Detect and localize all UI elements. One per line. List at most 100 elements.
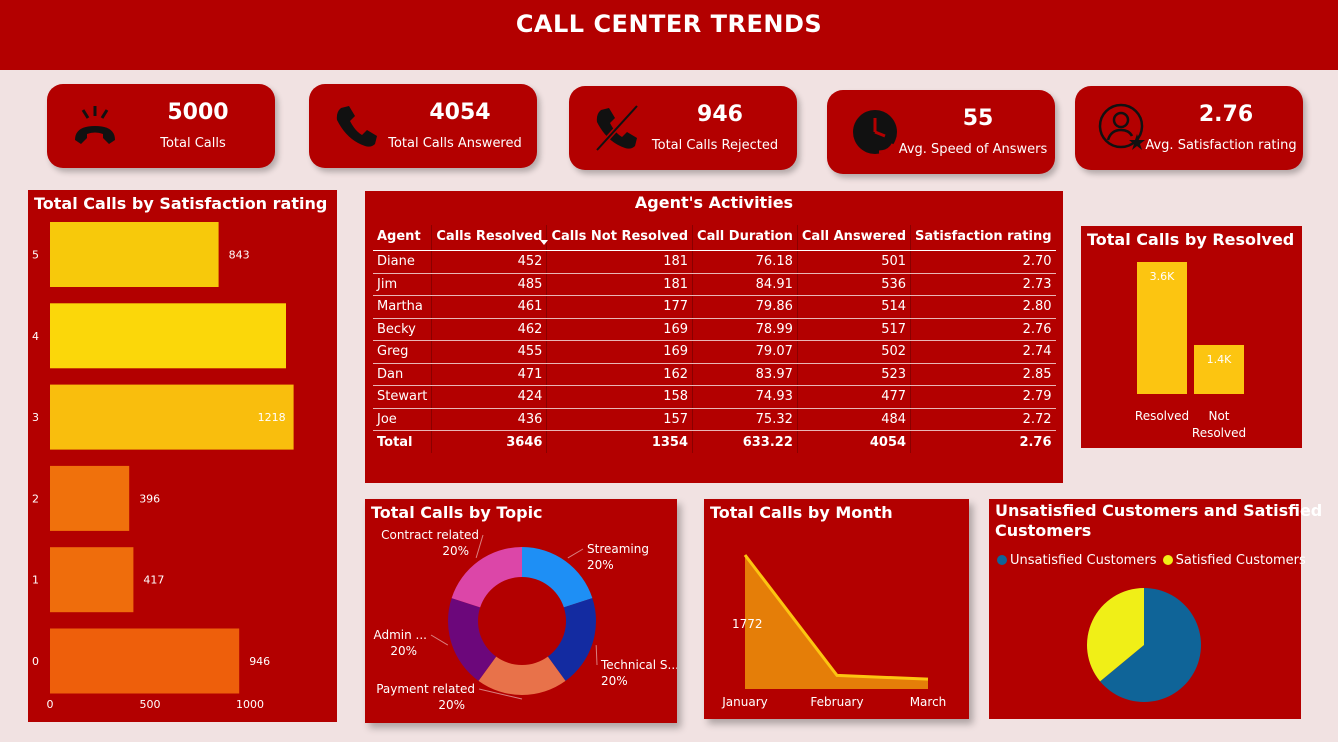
table-cell: 162 (546, 363, 693, 386)
bar (50, 465, 130, 531)
clock-headset-icon (853, 110, 897, 154)
x-tick-label: 1000 (236, 698, 264, 711)
table-cell: 514 (796, 295, 911, 319)
data-label: 843 (229, 249, 250, 262)
table-cell: 181 (546, 250, 693, 274)
table-cell: 2.74 (910, 340, 1056, 364)
slice-label: Streaming (587, 542, 649, 556)
satisfaction-rating-panel: Total Calls by Satisfaction rating 5 843 4… (28, 190, 337, 722)
table-cell: Jim (373, 273, 432, 296)
data-label: 1.4K (1207, 353, 1232, 366)
table-cell: Diane (373, 250, 432, 274)
category-label: 4 (32, 330, 39, 343)
slice-percent: 20% (390, 644, 417, 658)
kpi-total-calls[interactable]: 5000 Total Calls (47, 84, 275, 168)
table-cell: 177 (546, 295, 693, 319)
area-fill (745, 555, 928, 689)
table-cell: 436 (431, 408, 547, 431)
table-cell: 536 (796, 273, 911, 296)
column-header-satisfaction-rating[interactable]: Satisfaction rating (910, 225, 1056, 251)
kpi-value: 2.76 (1198, 102, 1254, 127)
topic-panel: Total Calls by Topic Streaming 20% Technic… (365, 499, 677, 723)
kpi-value: 946 (697, 102, 743, 127)
slice-label: Contract related (381, 528, 479, 542)
kpi-avg-speed-of-answers[interactable]: 55 Avg. Speed of Answers (827, 90, 1055, 174)
x-tick-label: February (810, 695, 863, 709)
table-row[interactable]: Stewart 424 158 74.93 477 2.79 (373, 385, 1056, 409)
category-label: 5 (32, 249, 39, 262)
table-cell: 157 (546, 408, 693, 431)
agents-activities-panel: Agent's Activities Agent Calls Resolved … (365, 191, 1063, 483)
kpi-avg-satisfaction-rating[interactable]: 2.76 Avg. Satisfaction rating (1075, 86, 1303, 170)
data-label: 417 (143, 574, 164, 587)
table-row[interactable]: Becky 462 169 78.99 517 2.76 (373, 318, 1056, 341)
table-cell: 84.91 (692, 273, 798, 296)
month-panel: Total Calls by Month 1772 January February… (704, 499, 969, 719)
kpi-value: 55 (962, 106, 994, 131)
table-cell: 2.72 (910, 408, 1056, 431)
table-total-row[interactable]: Total 3646 1354 633.22 4054 2.76 (373, 430, 1056, 453)
table-cell: 501 (796, 250, 911, 274)
table-cell: 79.07 (692, 340, 798, 364)
table-cell: 484 (796, 408, 911, 431)
table-cell: 169 (546, 340, 693, 364)
bar (50, 547, 134, 613)
slice-percent: 20% (587, 558, 614, 572)
table-cell: 424 (431, 385, 547, 409)
table-cell: 452 (431, 250, 547, 274)
agents-table: Agent Calls Resolved Calls Not Resolved … (373, 225, 1056, 453)
kpi-total-calls-answered[interactable]: 4054 Total Calls Answered (309, 84, 537, 168)
sort-descending-icon[interactable] (540, 240, 548, 245)
table-cell: 83.97 (692, 363, 798, 386)
kpi-value: 5000 (167, 100, 229, 125)
category-label: 2 (32, 492, 39, 505)
column-header-call-answered[interactable]: Call Answered (796, 225, 911, 251)
leader-line (595, 645, 598, 666)
table-row[interactable]: Greg 455 169 79.07 502 2.74 (373, 340, 1056, 364)
table-cell: 2.85 (910, 363, 1056, 386)
table-row[interactable]: Dan 471 162 83.97 523 2.85 (373, 363, 1056, 386)
table-cell: Stewart (373, 385, 432, 409)
satisfied-unsatisfied-panel: Unsatisfied Customers and Satisfied Cust… (989, 499, 1322, 719)
table-cell: 76.18 (692, 250, 798, 274)
table-row[interactable]: Diane 452 181 76.18 501 2.70 (373, 250, 1056, 274)
user-star-icon (1098, 103, 1145, 150)
slice-label: Technical S... (600, 658, 677, 672)
table-cell: Total (373, 430, 432, 453)
kpi-total-calls-rejected[interactable]: 946 Total Calls Rejected (569, 86, 797, 170)
category-label: 1 (32, 574, 39, 587)
x-tick-label: 0 (47, 698, 54, 711)
donut-slice (522, 547, 593, 608)
table-row[interactable]: Joe 436 157 75.32 484 2.72 (373, 408, 1056, 431)
resolved-bar-chart: 3.6K Resolved 1.4K Not Resolved (1135, 262, 1246, 440)
table-cell: 477 (796, 385, 911, 409)
table-cell: 2.80 (910, 295, 1056, 319)
bar (50, 222, 219, 287)
month-area-chart: 1772 January February March (721, 554, 946, 709)
data-label: 396 (139, 492, 160, 505)
table-cell: Joe (373, 408, 432, 431)
table-cell: 455 (431, 340, 547, 364)
slice-percent: 20% (601, 674, 628, 688)
table-cell: 158 (546, 385, 693, 409)
phone-ringing-icon (75, 106, 115, 144)
kpi-label: Total Calls Answered (388, 136, 522, 151)
table-cell: 502 (796, 340, 911, 364)
table-cell: 78.99 (692, 318, 798, 341)
table-cell: 517 (796, 318, 911, 341)
column-header-agent[interactable]: Agent (373, 225, 432, 251)
kpi-label: Total Calls Rejected (651, 138, 779, 153)
table-cell: 633.22 (692, 430, 798, 453)
column-header-call-duration[interactable]: Call Duration (692, 225, 798, 251)
satisfied-pie-chart (1087, 588, 1201, 702)
table-cell: 462 (431, 318, 547, 341)
table-cell: 523 (796, 363, 911, 386)
table-header-row: Agent Calls Resolved Calls Not Resolved … (373, 225, 1056, 251)
column-header-calls-not-resolved[interactable]: Calls Not Resolved (546, 225, 693, 251)
category-label: Resolved (1192, 426, 1246, 440)
data-label: 1218 (258, 411, 286, 424)
table-row[interactable]: Jim 485 181 84.91 536 2.73 (373, 273, 1056, 296)
table-cell: Greg (373, 340, 432, 364)
column-header-calls-resolved[interactable]: Calls Resolved (431, 225, 547, 251)
table-row[interactable]: Martha 461 177 79.86 514 2.80 (373, 295, 1056, 319)
